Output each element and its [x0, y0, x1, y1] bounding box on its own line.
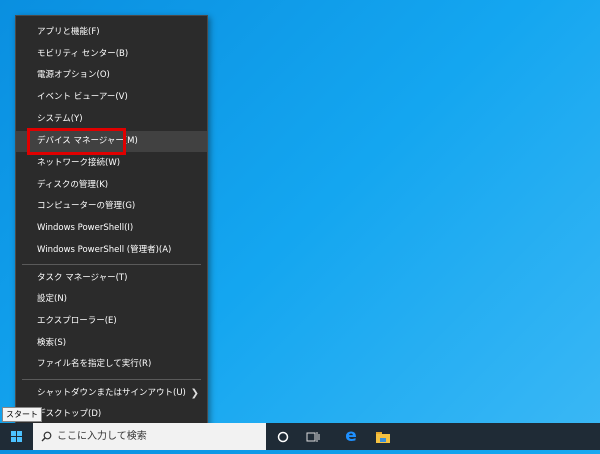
cortana-button[interactable] — [268, 423, 298, 450]
menu-item-power-options[interactable]: 電源オプション(O) — [16, 65, 207, 86]
chevron-right-icon: ❯ — [190, 388, 199, 399]
edge-icon: e — [345, 426, 357, 446]
menu-separator — [22, 264, 201, 265]
start-button[interactable] — [0, 423, 33, 450]
edge-button[interactable]: e — [336, 423, 366, 450]
menu-item-mobility-center[interactable]: モビリティ センター(B) — [16, 44, 207, 65]
winx-context-menu: アプリと機能(F) モビリティ センター(B) 電源オプション(O) イベント … — [15, 15, 208, 430]
menu-item-powershell-admin[interactable]: Windows PowerShell (管理者)(A) — [16, 240, 207, 261]
menu-item-run[interactable]: ファイル名を指定して実行(R) — [16, 354, 207, 375]
taskbar: ここに入力して検索 e — [0, 423, 600, 450]
menu-item-system[interactable]: システム(Y) — [16, 109, 207, 130]
windows-logo-icon — [11, 431, 22, 442]
menu-item-label: シャットダウンまたはサインアウト(U) — [37, 388, 186, 398]
menu-item-shutdown[interactable]: シャットダウンまたはサインアウト(U) ❯ — [16, 383, 207, 404]
menu-item-network-connections[interactable]: ネットワーク接続(W) — [16, 153, 207, 174]
menu-item-settings[interactable]: 設定(N) — [16, 289, 207, 310]
search-box[interactable]: ここに入力して検索 — [33, 423, 266, 450]
menu-separator — [22, 379, 201, 380]
menu-item-desktop[interactable]: デスクトップ(D) — [16, 404, 207, 425]
task-view-icon — [306, 431, 320, 442]
cortana-circle-icon — [277, 431, 289, 442]
menu-item-apps-features[interactable]: アプリと機能(F) — [16, 22, 207, 43]
task-view-button[interactable] — [298, 423, 328, 450]
menu-item-event-viewer[interactable]: イベント ビューアー(V) — [16, 87, 207, 108]
file-explorer-button[interactable] — [368, 423, 398, 450]
menu-item-search[interactable]: 検索(S) — [16, 333, 207, 354]
menu-item-device-manager[interactable]: デバイス マネージャー(M) — [16, 128, 207, 155]
folder-icon — [376, 431, 390, 443]
search-icon — [41, 431, 52, 442]
menu-item-powershell[interactable]: Windows PowerShell(I) — [16, 218, 207, 239]
menu-item-disk-management[interactable]: ディスクの管理(K) — [16, 175, 207, 196]
menu-item-computer-management[interactable]: コンピューターの管理(G) — [16, 196, 207, 217]
menu-item-task-manager[interactable]: タスク マネージャー(T) — [16, 268, 207, 289]
search-placeholder: ここに入力して検索 — [57, 431, 147, 442]
menu-item-explorer[interactable]: エクスプローラー(E) — [16, 311, 207, 332]
start-tooltip: スタート — [2, 407, 42, 422]
highlight-box — [27, 128, 126, 155]
